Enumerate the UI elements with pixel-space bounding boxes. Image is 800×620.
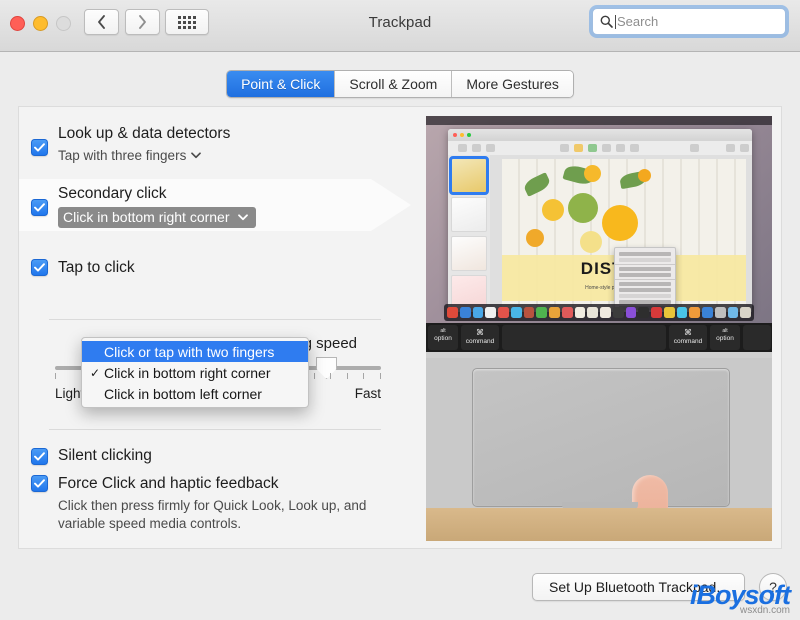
divider-bottom: [49, 429, 381, 430]
key-symbol: ⌘: [476, 328, 484, 337]
preview-key-space: [502, 325, 666, 350]
setting-tap-to-click: Tap to click: [31, 259, 135, 277]
preview-dock: [444, 304, 754, 321]
checkmark-icon: [34, 479, 45, 488]
preview-trackpad: [472, 368, 730, 507]
key-name: option: [716, 335, 734, 342]
preview-thumbnail: [451, 197, 487, 232]
key-name: command: [465, 338, 495, 345]
chevron-down-icon: [237, 213, 248, 220]
tab-point-and-click[interactable]: Point & Click: [227, 71, 336, 97]
checkmark-icon: [34, 263, 45, 272]
checkbox-tap-to-click[interactable]: [31, 259, 48, 276]
checkbox-silent-clicking[interactable]: [31, 447, 48, 465]
menu-item-checkmark: ✓: [90, 365, 101, 380]
preview-toolbar: [448, 141, 752, 156]
search-field[interactable]: Search: [592, 8, 786, 35]
tab-scroll-and-zoom[interactable]: Scroll & Zoom: [335, 71, 453, 97]
look-up-label: Look up & data detectors: [58, 125, 231, 142]
preview-keyboard: alt option ⌘ command ⌘ command alt optio…: [426, 323, 772, 358]
preview-window-titlebar: [448, 129, 752, 141]
force-click-description: Click then press firmly for Quick Look, …: [58, 498, 367, 532]
search-placeholder: Search: [617, 14, 659, 29]
preview-thumbnail: [449, 156, 489, 195]
preview-key-command-left: ⌘ command: [461, 325, 499, 350]
preview-key-command-right: ⌘ command: [669, 325, 707, 350]
key-symbol: alt: [440, 328, 446, 334]
setting-secondary-click: Secondary click Click in bottom right co…: [31, 185, 256, 228]
preview-key-option-right: alt option: [710, 325, 740, 350]
silent-clicking-label: Silent clicking: [58, 447, 152, 464]
preview-thumbnail: [451, 236, 487, 271]
key-name: option: [434, 335, 452, 342]
checkmark-icon: [34, 203, 45, 212]
preview-context-menu: [614, 247, 676, 312]
chevron-down-icon: [191, 152, 202, 159]
key-name: command: [673, 338, 703, 345]
gesture-preview-video: DISTRICT Home-style pre... ...for your k…: [426, 116, 772, 541]
preview-canvas: DISTRICT Home-style pre... ...for your k…: [490, 155, 752, 312]
click-slider-min-label: Light: [55, 386, 85, 401]
content-panel: Look up & data detectors Tap with three …: [18, 106, 782, 549]
preview-desk-surface: [426, 508, 772, 541]
setting-force-click: Force Click and haptic feedback Click th…: [31, 475, 380, 533]
setting-look-up-and-data-detectors: Look up & data detectors Tap with three …: [31, 125, 230, 163]
checkmark-icon: [34, 143, 45, 152]
preview-menu-bar: [426, 116, 772, 125]
preview-window-body: DISTRICT Home-style pre... ...for your k…: [448, 155, 752, 312]
menu-item-label: Click in bottom left corner: [104, 385, 262, 402]
look-up-option-label: Tap with three fingers: [58, 148, 187, 163]
secondary-click-label: Secondary click: [58, 185, 167, 202]
checkbox-force-click[interactable]: [31, 475, 48, 492]
preview-pages-window: DISTRICT Home-style pre... ...for your k…: [448, 129, 752, 312]
checkmark-icon: [34, 451, 45, 461]
trackpad-preferences-window: Trackpad Search Point & Click Scroll & Z…: [0, 0, 800, 620]
secondary-click-option-label: Click in bottom right corner: [63, 209, 230, 225]
checkbox-look-up[interactable]: [31, 139, 48, 156]
tap-to-click-label: Tap to click: [58, 259, 135, 276]
look-up-option-popup[interactable]: Tap with three fingers: [58, 148, 230, 163]
key-symbol: alt: [722, 328, 728, 334]
tab-more-gestures[interactable]: More Gestures: [452, 71, 573, 97]
preview-page-thumbnails: [448, 155, 490, 312]
menu-item-two-fingers[interactable]: Click or tap with two fingers: [82, 341, 308, 362]
watermark: iBoysoft wsxdn.com: [690, 582, 791, 616]
preview-laptop-body: [426, 358, 772, 541]
preview-desktop: DISTRICT Home-style pre... ...for your k…: [426, 116, 772, 323]
secondary-click-dropdown-menu[interactable]: Click or tap with two fingers ✓ Click in…: [81, 337, 309, 408]
title-bar: Trackpad Search: [0, 0, 800, 52]
settings-column: Look up & data detectors Tap with three …: [19, 107, 411, 550]
key-symbol: ⌘: [684, 328, 692, 337]
text-caret: [615, 14, 616, 29]
setting-silent-clicking: Silent clicking: [31, 447, 152, 465]
checkbox-secondary-click[interactable]: [31, 199, 48, 216]
secondary-click-option-popup[interactable]: Click in bottom right corner: [58, 207, 256, 228]
menu-item-bottom-left[interactable]: Click in bottom left corner: [82, 383, 308, 404]
menu-item-bottom-right[interactable]: ✓ Click in bottom right corner: [82, 362, 308, 383]
preview-document: DISTRICT Home-style pre... ...for your k…: [502, 159, 746, 312]
tab-bar: Point & Click Scroll & Zoom More Gesture…: [0, 70, 800, 98]
force-click-label: Force Click and haptic feedback: [58, 475, 279, 492]
preview-key-option-left: alt option: [428, 325, 458, 350]
menu-item-label: Click or tap with two fingers: [104, 343, 275, 360]
menu-item-label: Click in bottom right corner: [104, 364, 271, 381]
preview-key-arrow: [743, 325, 771, 350]
divider-top: [49, 319, 381, 320]
search-icon: [600, 15, 613, 28]
tracking-speed-max-label: Fast: [354, 386, 381, 401]
